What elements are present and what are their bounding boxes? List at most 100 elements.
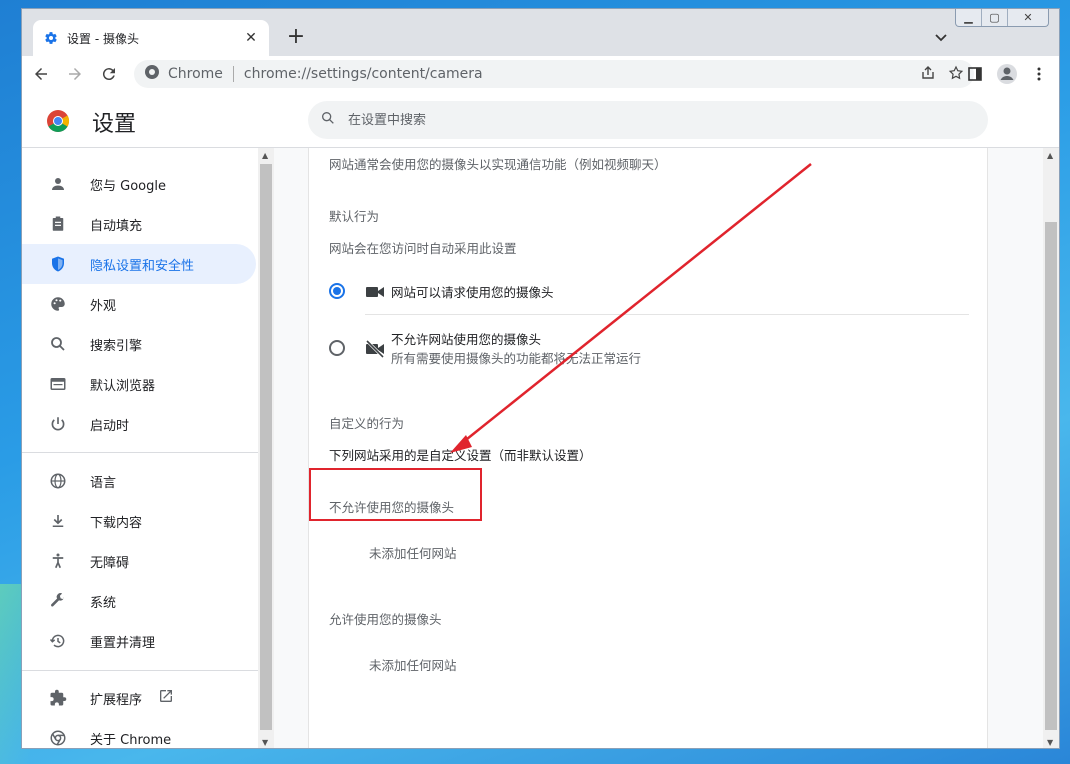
maximize-button[interactable]: ▢ bbox=[982, 9, 1008, 26]
sidebar-item-about-chrome[interactable]: 关于 Chrome bbox=[22, 718, 256, 748]
intro-text: 网站通常会使用您的摄像头以实现通信功能（例如视频聊天） bbox=[329, 157, 667, 172]
sidebar-item-label: 关于 Chrome bbox=[90, 732, 172, 748]
browser-icon bbox=[48, 374, 68, 394]
scroll-up-arrow[interactable]: ▲ bbox=[262, 151, 268, 160]
new-tab-button[interactable]: + bbox=[284, 25, 308, 49]
share-icon[interactable] bbox=[920, 65, 936, 85]
sidebar-item-label: 搜索引擎 bbox=[90, 338, 143, 354]
chevron-down-icon[interactable] bbox=[933, 29, 949, 45]
content-scrollbar[interactable]: ▲ ▼ bbox=[1043, 148, 1059, 748]
settings-header: 设置 bbox=[22, 92, 1059, 148]
sidebar-item-default-browser[interactable]: 默认浏览器 bbox=[22, 364, 256, 404]
window-controls: ▁ ▢ ✕ bbox=[955, 9, 1049, 27]
sidebar: 您与 Google 自动填充 隐私设置和安全性 外观 搜索引擎 默认浏览器 启动… bbox=[22, 148, 258, 748]
accessibility-icon bbox=[48, 551, 68, 571]
allowed-sites-empty: 未添加任何网站 bbox=[369, 658, 457, 673]
sidebar-item-label: 下载内容 bbox=[90, 515, 143, 531]
active-tab[interactable]: 设置 - 摄像头 ✕ bbox=[33, 20, 269, 56]
open-in-new-icon bbox=[158, 688, 174, 708]
radio-block[interactable] bbox=[329, 340, 345, 356]
sidebar-item-label: 语言 bbox=[90, 475, 117, 491]
tab-title: 设置 - 摄像头 bbox=[67, 31, 139, 46]
sidebar-scroll-thumb[interactable] bbox=[260, 164, 272, 730]
search-input[interactable] bbox=[348, 112, 948, 128]
history-icon bbox=[48, 631, 68, 651]
blocked-sites-heading: 不允许使用您的摄像头 bbox=[329, 500, 455, 515]
person-icon bbox=[48, 174, 68, 194]
clipboard-icon bbox=[48, 214, 68, 234]
chrome-site-icon bbox=[144, 64, 160, 84]
custom-behavior-desc: 下列网站采用的是自定义设置（而非默认设置） bbox=[329, 448, 592, 463]
browser-toolbar: Chrome chrome://settings/content/camera bbox=[22, 56, 1059, 92]
close-window-button[interactable]: ✕ bbox=[1008, 9, 1048, 26]
tab-close-icon[interactable]: ✕ bbox=[243, 30, 259, 46]
sidebar-item-label: 隐私设置和安全性 bbox=[90, 258, 195, 274]
sidebar-item-you-and-google[interactable]: 您与 Google bbox=[22, 164, 256, 204]
sidebar-item-label: 启动时 bbox=[90, 418, 130, 434]
power-icon bbox=[48, 414, 68, 434]
site-label: Chrome bbox=[168, 66, 223, 82]
sidebar-item-search-engine[interactable]: 搜索引擎 bbox=[22, 324, 256, 364]
sidebar-item-privacy[interactable]: 隐私设置和安全性 bbox=[22, 244, 256, 284]
back-arrow-icon[interactable] bbox=[26, 59, 56, 89]
sidebar-scrollbar[interactable]: ▲ ▼ bbox=[258, 148, 274, 748]
sidebar-item-downloads[interactable]: 下载内容 bbox=[22, 501, 256, 541]
sidebar-item-on-startup[interactable]: 启动时 bbox=[22, 404, 256, 444]
radio-allow[interactable] bbox=[329, 283, 345, 299]
settings-body: 您与 Google 自动填充 隐私设置和安全性 外观 搜索引擎 默认浏览器 启动… bbox=[22, 148, 1059, 748]
scroll-up-arrow[interactable]: ▲ bbox=[1047, 151, 1053, 160]
search-icon bbox=[320, 110, 336, 130]
option-block-label[interactable]: 不允许网站使用您的摄像头 bbox=[391, 329, 541, 348]
content-scroll-thumb[interactable] bbox=[1045, 222, 1057, 730]
search-icon bbox=[48, 334, 68, 354]
shield-icon bbox=[48, 254, 68, 274]
puzzle-icon bbox=[48, 688, 68, 708]
sidebar-divider bbox=[22, 452, 258, 453]
address-bar[interactable]: Chrome chrome://settings/content/camera bbox=[134, 60, 974, 88]
sidebar-item-label: 外观 bbox=[90, 298, 117, 314]
allowed-sites-heading: 允许使用您的摄像头 bbox=[329, 612, 442, 627]
globe-icon bbox=[48, 471, 68, 491]
camera-settings-card: 网站通常会使用您的摄像头以实现通信功能（例如视频聊天） 默认行为 网站会在您访问… bbox=[308, 148, 988, 748]
sidebar-item-label: 默认浏览器 bbox=[90, 378, 156, 394]
wrench-icon bbox=[48, 591, 68, 611]
sidebar-item-label: 扩展程序 bbox=[90, 692, 143, 708]
url-text[interactable]: chrome://settings/content/camera bbox=[244, 66, 483, 82]
sidebar-item-label: 您与 Google bbox=[90, 178, 166, 194]
videocam-icon bbox=[365, 284, 385, 303]
forward-arrow-icon[interactable] bbox=[60, 59, 90, 89]
scroll-down-arrow[interactable]: ▼ bbox=[262, 738, 268, 747]
default-behavior-heading: 默认行为 bbox=[329, 209, 380, 224]
sidebar-divider bbox=[22, 670, 258, 671]
chrome-logo bbox=[46, 109, 70, 132]
option-allow-label[interactable]: 网站可以请求使用您的摄像头 bbox=[391, 282, 554, 301]
sidebar-item-extensions[interactable]: 扩展程序 bbox=[22, 678, 256, 718]
option-divider bbox=[365, 314, 969, 315]
download-icon bbox=[48, 511, 68, 531]
default-behavior-desc: 网站会在您访问时自动采用此设置 bbox=[329, 241, 517, 256]
sidebar-item-appearance[interactable]: 外观 bbox=[22, 284, 256, 324]
sidebar-item-accessibility[interactable]: 无障碍 bbox=[22, 541, 256, 581]
sidebar-item-label: 无障碍 bbox=[90, 555, 130, 571]
sidebar-item-system[interactable]: 系统 bbox=[22, 581, 256, 621]
omnibox-divider bbox=[232, 66, 234, 82]
profile-avatar[interactable] bbox=[995, 62, 1019, 86]
browser-window: ▁ ▢ ✕ 设置 - 摄像头 ✕ + Chrome chrome://setti… bbox=[21, 8, 1060, 749]
minimize-button[interactable]: ▁ bbox=[956, 9, 982, 26]
sidebar-item-languages[interactable]: 语言 bbox=[22, 461, 256, 501]
sidebar-item-autofill[interactable]: 自动填充 bbox=[22, 204, 256, 244]
side-panel-icon[interactable] bbox=[963, 62, 987, 86]
gear-icon bbox=[43, 30, 59, 46]
videocam-off-icon bbox=[365, 339, 385, 362]
sidebar-item-label: 系统 bbox=[90, 595, 117, 611]
sidebar-item-label: 自动填充 bbox=[90, 218, 143, 234]
option-block-desc: 所有需要使用摄像头的功能都将无法正常运行 bbox=[391, 351, 642, 366]
menu-kebab-icon[interactable] bbox=[1027, 62, 1051, 86]
page-title: 设置 bbox=[92, 112, 137, 137]
settings-search-box[interactable] bbox=[308, 101, 988, 139]
sidebar-item-reset[interactable]: 重置并清理 bbox=[22, 621, 256, 661]
reload-icon[interactable] bbox=[94, 59, 124, 89]
bookmark-star-icon[interactable] bbox=[948, 65, 964, 85]
sidebar-item-label: 重置并清理 bbox=[90, 635, 156, 651]
scroll-down-arrow[interactable]: ▼ bbox=[1047, 738, 1053, 747]
